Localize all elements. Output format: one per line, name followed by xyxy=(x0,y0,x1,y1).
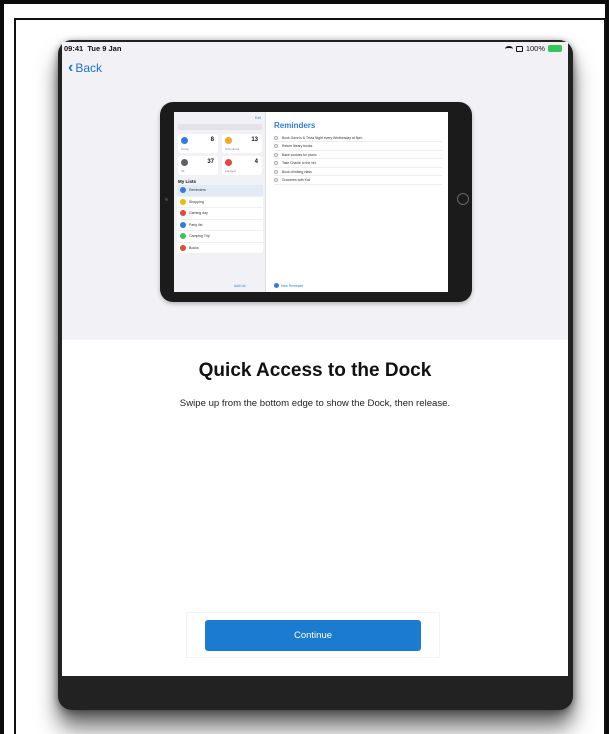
reminder-text: Return library books xyxy=(282,144,313,148)
illustration-reminders-title: Reminders xyxy=(274,121,316,130)
reminder-text: Bake cookies for picnic xyxy=(282,152,317,157)
reminder-text: Book climbing class xyxy=(282,169,312,174)
wifi-icon xyxy=(504,45,513,52)
illustration-list-item: Books xyxy=(177,243,263,254)
reminder-text: Groceries with Kat xyxy=(282,178,310,182)
page-title: Quick Access to the Dock xyxy=(198,360,432,381)
illustration-sidebar: Edit 8 Today 13 Scheduled 37 All 4 Flagged My L… xyxy=(174,112,266,292)
list-item-label: Camping Trip xyxy=(189,234,210,239)
checkbox-icon xyxy=(274,178,278,182)
list-item-label: Party list xyxy=(189,222,203,227)
reminder-text: Take Charlie to the vet xyxy=(282,161,316,165)
list-item-label: Reminders xyxy=(189,188,206,193)
illustration-list-item: Gaming day xyxy=(177,208,263,220)
list-item-label: Books xyxy=(189,245,199,250)
checkbox-icon xyxy=(274,161,278,165)
back-label: Back xyxy=(75,61,103,75)
card-label: Flagged xyxy=(225,169,236,173)
illustration-list-item: Party list xyxy=(177,220,263,231)
plus-icon xyxy=(274,283,279,288)
checkbox-icon xyxy=(274,152,278,157)
illustration-smart-card: 8 Today xyxy=(178,134,218,153)
list-dot-icon xyxy=(181,159,188,166)
camera-dot xyxy=(165,198,168,201)
card-count: 8 xyxy=(210,137,214,143)
illustration-reminder-row: Groceries with Kat xyxy=(274,177,442,185)
illustration-screen: Edit 8 Today 13 Scheduled 37 All 4 Flagged My L… xyxy=(174,112,448,292)
illustration-smart-card: 13 Scheduled xyxy=(222,134,262,153)
list-item-label: Shopping xyxy=(189,199,204,204)
chevron-left-icon: ‹ xyxy=(68,59,74,76)
card-count: 13 xyxy=(251,137,258,143)
illustration-edit: Edit xyxy=(254,116,261,120)
list-item-label: Gaming day xyxy=(189,211,208,216)
ipad-illustration: Edit 8 Today 13 Scheduled 37 All 4 Flagged My L… xyxy=(160,102,472,302)
illustration-search xyxy=(178,124,262,130)
reminder-text: Book Gavin's & Trivia Night every Wednes… xyxy=(282,135,363,140)
card-count: 37 xyxy=(207,159,214,165)
illustration-smart-card: 4 Flagged xyxy=(222,156,262,175)
illustration-main: Reminders Book Gavin's & Trivia Night ev… xyxy=(268,112,448,292)
card-label: All xyxy=(181,169,185,173)
device-screen: 09:41 Tue 9 Jan 100% ‹ Back Edit 8 Today 1… xyxy=(62,42,568,676)
status-indicators: 100% xyxy=(504,44,562,53)
list-dot-icon xyxy=(181,137,188,144)
battery-icon xyxy=(548,45,562,52)
back-button[interactable]: ‹ Back xyxy=(68,59,103,76)
home-button-icon xyxy=(457,193,469,205)
illustration-list-item: Shopping xyxy=(177,197,263,208)
illustration-list: Reminders Shopping Gaming day Party list Cam… xyxy=(177,185,263,254)
card-label: Scheduled xyxy=(225,147,240,151)
list-dot-icon xyxy=(180,221,186,228)
screen-mirroring-icon xyxy=(515,45,523,52)
status-bar: 09:41 Tue 9 Jan 100% xyxy=(62,42,568,56)
list-dot-icon xyxy=(180,210,186,217)
continue-button[interactable]: Continue xyxy=(205,620,421,651)
checkbox-icon xyxy=(274,135,278,140)
illustration-reminder-row: Book climbing class xyxy=(274,168,442,176)
illustration-reminder-row: Take Charlie to the vet xyxy=(274,160,442,168)
page-subtitle: Swipe up from the bottom edge to show th… xyxy=(179,398,451,409)
list-dot-icon xyxy=(225,159,232,166)
card-label: Today xyxy=(181,147,190,151)
status-time: 09:41 Tue 9 Jan xyxy=(64,44,122,53)
list-dot-icon xyxy=(180,244,186,251)
battery-percent: 100% xyxy=(525,44,545,53)
list-dot-icon xyxy=(225,137,232,144)
illustration-list-item: Reminders xyxy=(177,185,263,197)
list-dot-icon xyxy=(180,233,186,240)
checkbox-icon xyxy=(274,169,278,174)
illustration-reminder-row: Book Gavin's & Trivia Night every Wednes… xyxy=(274,134,442,142)
hero-area: 09:41 Tue 9 Jan 100% ‹ Back Edit 8 Today 1… xyxy=(62,42,568,340)
list-dot-icon xyxy=(180,198,186,205)
list-dot-icon xyxy=(180,187,186,194)
illustration-add-list: Add List xyxy=(234,284,246,288)
illustration-mylists-heading: My Lists xyxy=(178,179,197,184)
illustration-smart-card: 37 All xyxy=(178,156,218,175)
checkbox-icon xyxy=(274,144,278,148)
card-count: 4 xyxy=(254,159,258,165)
illustration-reminder-row: Bake cookies for picnic xyxy=(274,151,442,159)
illustration-reminder-row: Return library books xyxy=(274,143,442,151)
illustration-new-reminder: New Reminder xyxy=(274,283,303,288)
illustration-list-item: Camping Trip xyxy=(177,231,263,243)
